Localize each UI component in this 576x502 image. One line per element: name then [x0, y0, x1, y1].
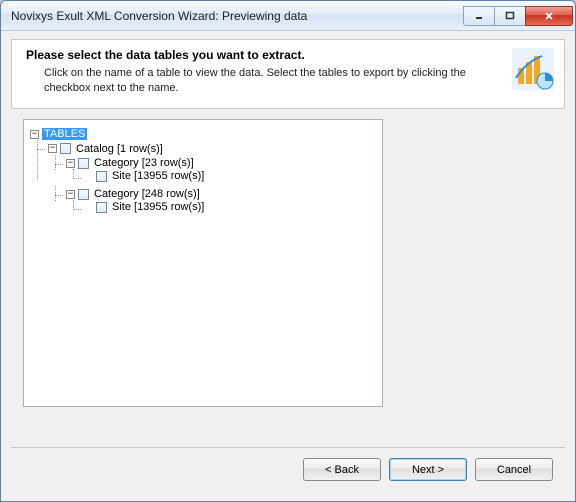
header-panel: Please select the data tables you want t… — [11, 39, 565, 109]
close-button[interactable] — [525, 6, 573, 26]
button-bar: < Back Next > Cancel — [11, 447, 565, 491]
tree-node-category-1[interactable]: Category [23 row(s)] — [92, 157, 196, 169]
wizard-window: Novixys Exult XML Conversion Wizard: Pre… — [0, 0, 576, 502]
header-title: Please select the data tables you want t… — [26, 48, 504, 62]
header-text: Please select the data tables you want t… — [26, 48, 504, 96]
window-title: Novixys Exult XML Conversion Wizard: Pre… — [11, 9, 464, 23]
checkbox[interactable] — [96, 171, 107, 182]
titlebar: Novixys Exult XML Conversion Wizard: Pre… — [1, 1, 575, 31]
next-button[interactable]: Next > — [389, 458, 467, 481]
dialog-body: Please select the data tables you want t… — [1, 31, 575, 501]
content-area: − TABLES − Catalog [1 row(s)] — [11, 109, 565, 447]
tree-node-category-2[interactable]: Category [248 row(s)] — [92, 188, 202, 200]
checkbox[interactable] — [78, 158, 89, 169]
close-icon — [544, 11, 554, 21]
maximize-icon — [505, 11, 515, 21]
window-buttons — [464, 6, 573, 26]
checkbox[interactable] — [78, 189, 89, 200]
tree-node-catalog[interactable]: Catalog [1 row(s)] — [74, 143, 165, 155]
checkbox[interactable] — [96, 202, 107, 213]
minimize-icon — [474, 11, 484, 21]
leaf-spacer — [84, 203, 93, 212]
expand-toggle[interactable]: − — [66, 159, 75, 168]
leaf-spacer — [84, 172, 93, 181]
cancel-button[interactable]: Cancel — [475, 458, 553, 481]
minimize-button[interactable] — [463, 6, 495, 26]
back-button[interactable]: < Back — [303, 458, 381, 481]
expand-toggle[interactable]: − — [30, 130, 39, 139]
wizard-icon — [512, 48, 554, 90]
header-subtitle: Click on the name of a table to view the… — [26, 66, 504, 96]
expand-toggle[interactable]: − — [48, 144, 57, 153]
checkbox[interactable] — [60, 143, 71, 154]
expand-toggle[interactable]: − — [66, 190, 75, 199]
tree-node-site-2[interactable]: Site [13955 row(s)] — [110, 201, 206, 213]
tree-root-label[interactable]: TABLES — [42, 128, 87, 140]
maximize-button[interactable] — [494, 6, 526, 26]
tree-node-site-1[interactable]: Site [13955 row(s)] — [110, 170, 206, 182]
tables-tree[interactable]: − TABLES − Catalog [1 row(s)] — [23, 119, 383, 407]
